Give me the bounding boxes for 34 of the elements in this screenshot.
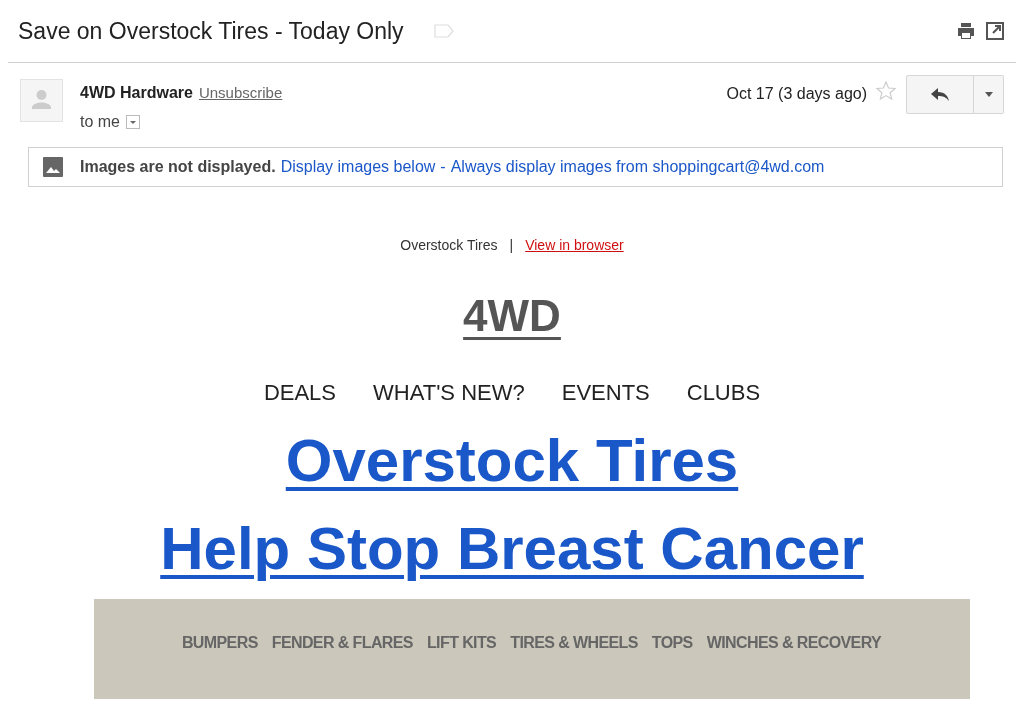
reply-icon bbox=[931, 87, 949, 102]
category-link[interactable]: BUMPERS bbox=[181, 631, 258, 651]
always-display-link[interactable]: Always display images from shoppingcart@4wd.com bbox=[450, 155, 825, 179]
caret-icon bbox=[984, 92, 993, 97]
view-in-browser-link[interactable]: View in browser bbox=[525, 235, 624, 256]
dropdown-icon[interactable] bbox=[126, 115, 140, 129]
divider-text: | bbox=[509, 236, 514, 255]
reply-button[interactable] bbox=[906, 75, 974, 114]
category-link[interactable]: LIFT KITS bbox=[426, 631, 497, 651]
separator-text: - bbox=[440, 157, 446, 177]
nav-link[interactable]: WHAT'S NEW? bbox=[373, 376, 525, 409]
email-subject: Save on Overstock Tires - Today Only bbox=[18, 16, 404, 46]
logo-link[interactable]: 4WD bbox=[463, 294, 561, 338]
message-date: Oct 17 (3 days ago) bbox=[726, 84, 867, 104]
unsubscribe-link[interactable]: Unsubscribe bbox=[198, 82, 283, 105]
nav-link[interactable]: CLUBS bbox=[686, 376, 761, 409]
print-icon[interactable] bbox=[956, 22, 976, 40]
category-link[interactable]: TIRES & WHEELS bbox=[510, 631, 638, 651]
avatar-icon bbox=[20, 79, 63, 122]
headline-link[interactable]: Help Stop Breast Cancer bbox=[160, 505, 864, 593]
nav-link[interactable]: EVENTS bbox=[561, 376, 650, 409]
new-window-icon[interactable] bbox=[986, 22, 1004, 40]
notice-text: Images are not displayed. bbox=[80, 157, 276, 177]
nav-link[interactable]: DEALS bbox=[263, 376, 337, 409]
category-link[interactable]: FENDER & FLARES bbox=[271, 631, 413, 651]
star-icon[interactable] bbox=[876, 81, 896, 101]
sender-name: 4WD Hardware bbox=[80, 83, 193, 103]
recipient-text: to me bbox=[80, 112, 120, 132]
preheader-text: Overstock Tires bbox=[400, 236, 498, 255]
headline-link[interactable]: Overstock Tires bbox=[285, 417, 739, 505]
display-images-link[interactable]: Display images below bbox=[280, 155, 436, 179]
image-icon bbox=[43, 157, 63, 177]
category-link[interactable]: TOPS bbox=[651, 631, 693, 651]
category-link[interactable]: WINCHES & RECOVERY bbox=[706, 631, 882, 651]
